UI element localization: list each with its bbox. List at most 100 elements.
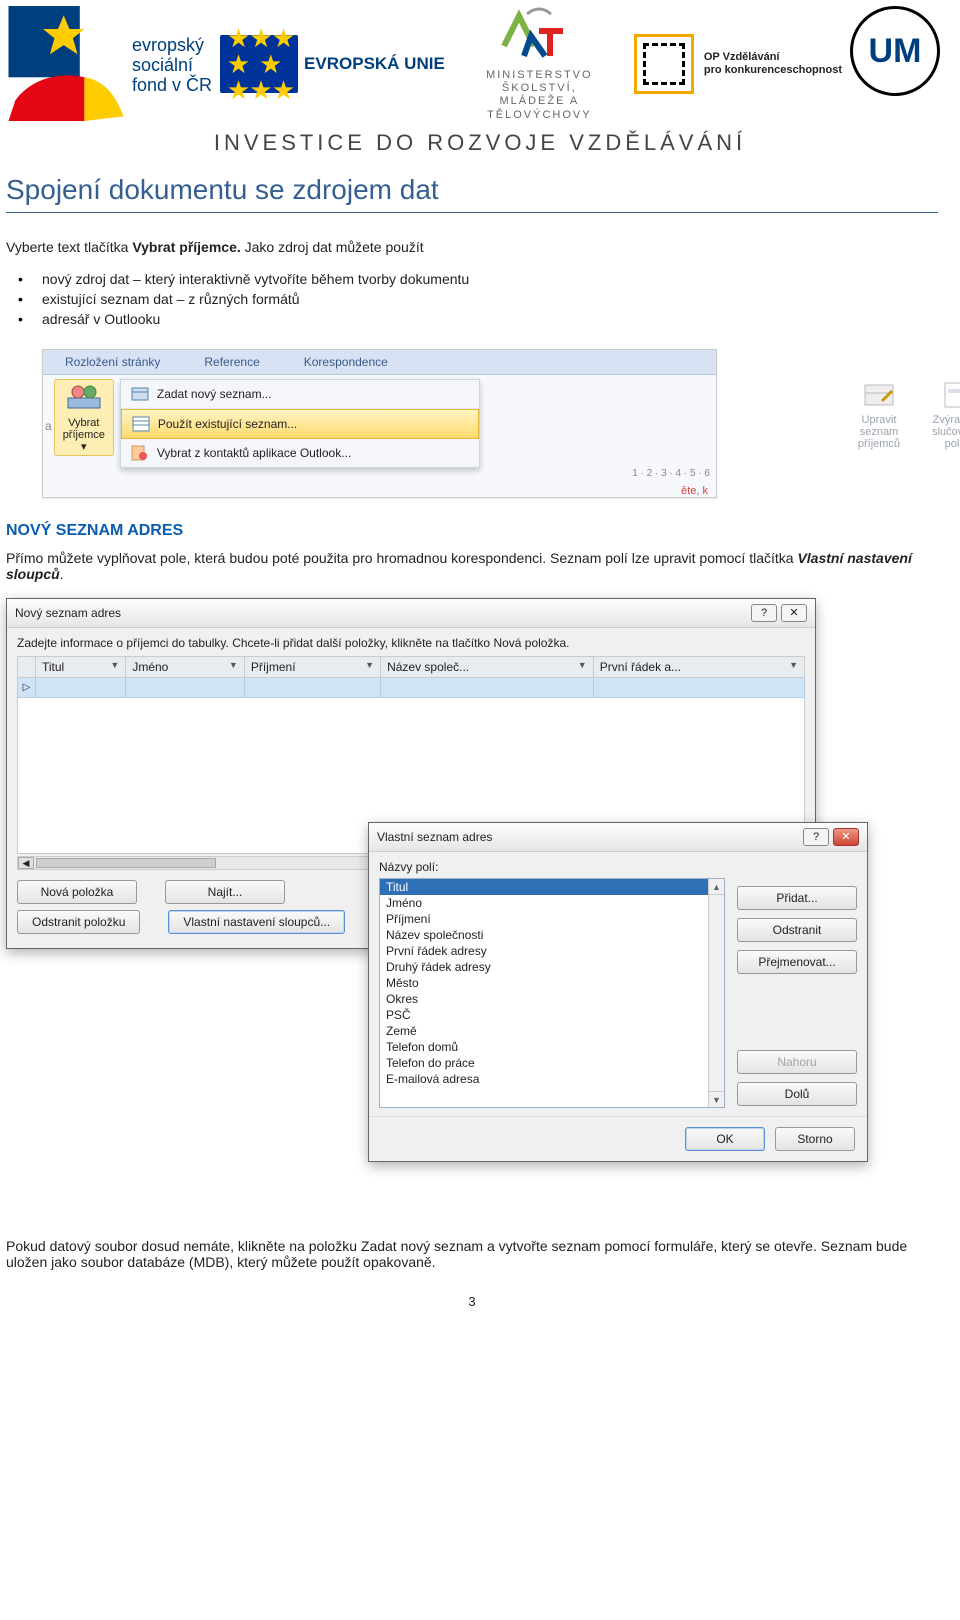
university-seal: UM	[850, 6, 940, 122]
list-item[interactable]: První řádek adresy	[380, 943, 724, 959]
eu-flag-icon: ★ ★ ★★ ★★ ★ ★	[220, 35, 298, 93]
cancel-button[interactable]: Storno	[775, 1127, 855, 1151]
menu-item-existing-list[interactable]: Použít existující seznam...	[121, 409, 479, 439]
list-item[interactable]: Telefon domů	[380, 1039, 724, 1055]
list-item[interactable]: Město	[380, 975, 724, 991]
help-button[interactable]: ?	[803, 828, 829, 846]
tagline: INVESTICE DO ROZVOJE VZDĚLÁVÁNÍ	[0, 130, 960, 156]
esf-line: evropský	[132, 36, 212, 56]
btn-label: slučovací pole	[932, 426, 960, 450]
help-button[interactable]: ?	[751, 604, 777, 622]
btn-label: příjemců	[858, 438, 900, 450]
op-line: OP Vzdělávání	[704, 51, 842, 64]
find-button[interactable]: Najít...	[165, 880, 285, 904]
move-up-button[interactable]: Nahoru	[737, 1050, 857, 1074]
outlook-icon	[131, 444, 149, 462]
ribbon-tab[interactable]: Reference	[182, 350, 281, 374]
intro-paragraph: Vyberte text tlačítka Vybrat příjemce. J…	[6, 239, 938, 255]
page-number: 3	[6, 1294, 938, 1309]
btn-label: příjemce ▾	[63, 429, 105, 453]
list-item[interactable]: Telefon do práce	[380, 1055, 724, 1071]
ribbon-tab[interactable]: Rozložení stránky	[43, 350, 182, 374]
list-item[interactable]: Příjmení	[380, 911, 724, 927]
customize-columns-button[interactable]: Vlastní nastavení sloupců...	[168, 910, 345, 934]
list-item[interactable]: Jméno	[380, 895, 724, 911]
closing-paragraph: Pokud datový soubor dosud nemáte, klikně…	[6, 1238, 938, 1270]
list-item[interactable]: PSČ	[380, 1007, 724, 1023]
column-header[interactable]: První řádek a...▼	[593, 656, 804, 677]
body-text: .	[60, 566, 64, 582]
scroll-left-arrow-icon[interactable]: ◀	[18, 857, 34, 869]
menu-item-new-list[interactable]: Zadat nový seznam...	[121, 380, 479, 409]
menu-label: Použít existující seznam...	[158, 417, 297, 431]
btn-label: Zvýraznit	[932, 414, 960, 426]
row-marker-header	[18, 656, 36, 677]
page-title: Spojení dokumentu se zdrojem dat	[6, 174, 938, 213]
list-item[interactable]: Titul	[380, 879, 724, 895]
list-item[interactable]: Název společnosti	[380, 927, 724, 943]
dialog-figure: Nový seznam adres ? ✕ Zadejte informace …	[6, 598, 938, 1238]
recipients-dropdown-menu: Zadat nový seznam... Použít existující s…	[120, 379, 480, 468]
list-item: adresář v Outlooku	[42, 311, 938, 327]
ruler-fragment: 1 · 2 · 3 · 4 · 5 · 6	[632, 468, 710, 479]
dialog-title: Vlastní seznam adres	[377, 830, 492, 844]
esf-line: fond v ČR	[132, 76, 212, 96]
close-button[interactable]: ✕	[781, 604, 807, 622]
new-entry-button[interactable]: Nová položka	[17, 880, 137, 904]
fields-listbox[interactable]: Titul Jméno Příjmení Název společnosti P…	[379, 878, 725, 1108]
column-header[interactable]: Název společ...▼	[381, 656, 594, 677]
new-list-icon	[131, 385, 149, 403]
highlight-icon	[932, 381, 960, 412]
move-down-button[interactable]: Dolů	[737, 1082, 857, 1106]
ok-button[interactable]: OK	[685, 1127, 765, 1151]
dialog-instruction: Zadejte informace o příjemci do tabulky.…	[17, 636, 805, 650]
btn-label: Vybrat	[63, 417, 105, 429]
delete-entry-button[interactable]: Odstranit položku	[17, 910, 140, 934]
select-recipients-button[interactable]: Vybrat příjemce ▾	[54, 379, 114, 456]
list-item[interactable]: Země	[380, 1023, 724, 1039]
add-field-button[interactable]: Přidat...	[737, 886, 857, 910]
table-row[interactable]: ▷	[18, 677, 805, 697]
ribbon-tab[interactable]: Korespondence	[282, 350, 410, 374]
msmt-caption: MINISTERSTVO ŠKOLSTVÍ,	[453, 69, 626, 95]
list-item[interactable]: Druhý řádek adresy	[380, 959, 724, 975]
ruler-left: a	[43, 379, 54, 433]
listbox-label: Názvy polí:	[379, 860, 725, 874]
column-header[interactable]: Titul▼	[36, 656, 126, 677]
section-paragraph: Přímo můžete vyplňovat pole, která budou…	[6, 550, 938, 582]
customize-address-list-dialog: Vlastní seznam adres ? ✕ Názvy polí: Tit…	[368, 822, 868, 1162]
cropped-text: ěte, k	[43, 483, 716, 497]
vertical-scrollbar[interactable]: ▲ ▼	[708, 879, 724, 1107]
remove-field-button[interactable]: Odstranit	[737, 918, 857, 942]
address-table[interactable]: Titul▼ Jméno▼ Příjmení▼ Název společ...▼…	[17, 656, 805, 698]
msmt-block: MINISTERSTVO ŠKOLSTVÍ, MLÁDEŽE A TĚLOVÝC…	[453, 6, 626, 122]
intro-text: Vyberte text tlačítka	[6, 239, 132, 255]
existing-list-icon	[132, 415, 150, 433]
list-item[interactable]: E-mailová adresa	[380, 1071, 724, 1087]
close-button[interactable]: ✕	[833, 828, 859, 846]
menu-label: Zadat nový seznam...	[157, 387, 272, 401]
section-heading: NOVÝ SEZNAM ADRES	[6, 522, 938, 540]
scroll-up-arrow-icon[interactable]: ▲	[709, 879, 724, 895]
menu-item-outlook-contacts[interactable]: Vybrat z kontaktů aplikace Outlook...	[121, 439, 479, 467]
ribbon-tabs: Rozložení stránky Reference Korespondenc…	[43, 350, 716, 375]
rename-field-button[interactable]: Přejmenovat...	[737, 950, 857, 974]
header-logos: evropský sociální fond v ČR ★ ★ ★★ ★★ ★ …	[0, 0, 960, 126]
recipients-icon	[63, 382, 105, 415]
body-text: Přímo můžete vyplňovat pole, která budou…	[6, 550, 797, 566]
edit-recipients-button[interactable]: Upravit seznam příjemců	[850, 379, 908, 452]
dialog-title: Nový seznam adres	[15, 606, 121, 620]
column-header[interactable]: Jméno▼	[126, 656, 245, 677]
scroll-down-arrow-icon[interactable]: ▼	[709, 1091, 724, 1107]
msmt-logo-icon	[499, 6, 579, 69]
source-options-list: nový zdroj dat – který interaktivně vytv…	[42, 271, 938, 327]
column-header[interactable]: Příjmení▼	[244, 656, 380, 677]
list-item: nový zdroj dat – který interaktivně vytv…	[42, 271, 938, 287]
esf-line: sociální	[132, 56, 212, 76]
esf-logo: evropský sociální fond v ČR	[2, 6, 212, 122]
list-item[interactable]: Okres	[380, 991, 724, 1007]
highlight-merge-fields-button[interactable]: Zvýraznit slučovací pole	[924, 379, 960, 452]
word-ribbon-figure: Rozložení stránky Reference Korespondenc…	[42, 349, 717, 498]
button-name-ref: Vybrat příjemce.	[132, 239, 240, 255]
scroll-thumb[interactable]	[36, 858, 216, 868]
